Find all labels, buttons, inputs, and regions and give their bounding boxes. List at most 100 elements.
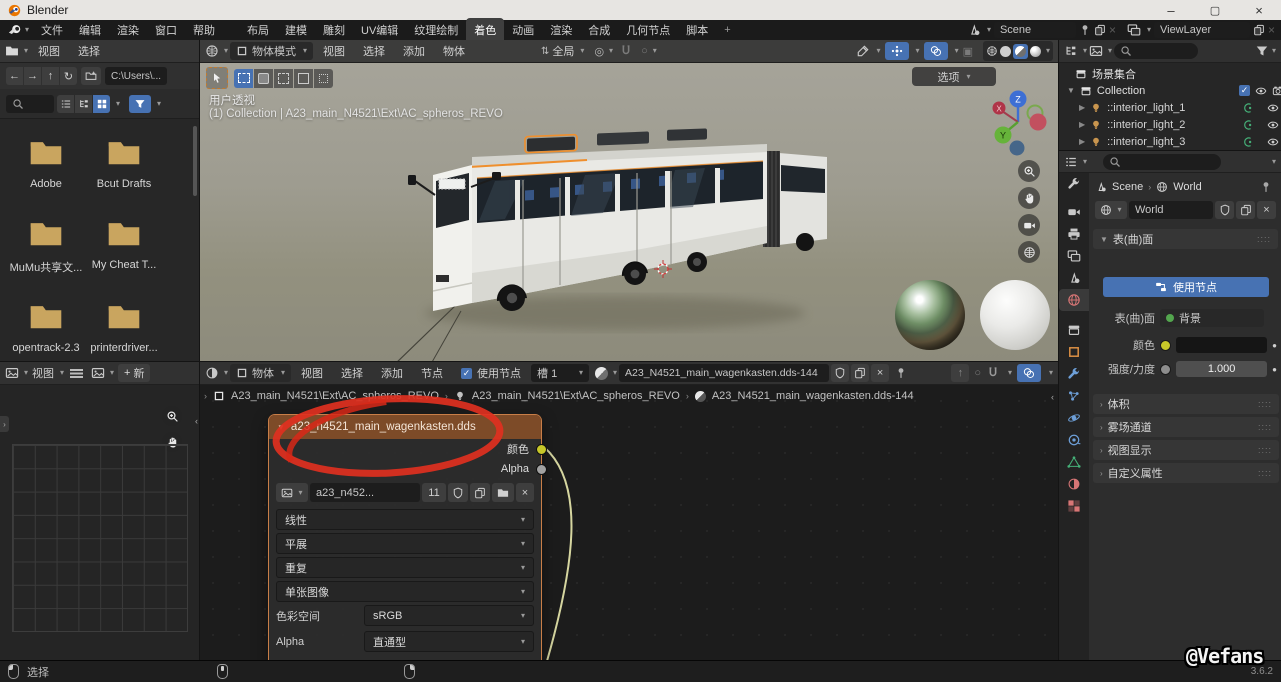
use-nodes-checkbox[interactable]: 使用节点	[461, 365, 521, 381]
sidebar-toggle-right[interactable]: ‹	[195, 416, 198, 426]
tab-object-data[interactable]	[1059, 451, 1089, 473]
tab-modifiers[interactable]	[1059, 363, 1089, 385]
pin-icon[interactable]	[1260, 181, 1272, 193]
tab-rendering[interactable]: 渲染	[542, 20, 580, 40]
proportional-edit-toggle[interactable]: ○	[974, 367, 981, 379]
display-size-dropdown[interactable]: ▾	[116, 100, 120, 108]
shading-solid-icon[interactable]	[1000, 46, 1011, 57]
tab-world[interactable]	[1059, 289, 1089, 311]
shader-menu-select[interactable]: 选择	[333, 363, 371, 383]
image-fake-user-button[interactable]	[448, 483, 468, 502]
chevron-down-icon[interactable]: ▾	[1108, 47, 1112, 55]
select-circle-tool[interactable]	[254, 69, 273, 88]
list-item[interactable]: MuMu共享文...	[8, 216, 84, 275]
source-dropdown[interactable]: 单张图像 ▾	[276, 581, 534, 602]
tab-scripting[interactable]: 脚本	[678, 20, 716, 40]
maximize-button[interactable]: ▢	[1193, 0, 1237, 20]
chevron-down-icon[interactable]: ▾	[613, 369, 617, 377]
chevron-down-icon[interactable]: ▾	[1147, 26, 1151, 34]
file-menu-view[interactable]: 视图	[30, 41, 68, 61]
display-vertical-list-button[interactable]	[57, 95, 74, 113]
overlays-toggle[interactable]	[1017, 364, 1041, 382]
extension-dropdown[interactable]: 重复 ▾	[276, 557, 534, 578]
scene-collection-row[interactable]: 场景集合	[1059, 65, 1281, 82]
mode-selector[interactable]: 物体模式 ▾	[230, 42, 313, 60]
filter-options-dropdown[interactable]: ▾	[157, 100, 161, 108]
alpha-output-socket[interactable]	[536, 464, 547, 475]
pan-button[interactable]	[1018, 187, 1040, 209]
unlink-image-button[interactable]: ×	[516, 483, 534, 502]
viewport-menu-select[interactable]: 选择	[355, 41, 393, 61]
tab-material[interactable]	[1059, 473, 1089, 495]
sidebar-toggle-left[interactable]: ›	[0, 416, 9, 432]
expand-arrow-icon[interactable]: ▶	[1079, 103, 1085, 112]
outliner-search-input[interactable]	[1114, 43, 1198, 59]
breadcrumb-world[interactable]: World	[1173, 181, 1202, 193]
eye-icon[interactable]	[1267, 136, 1279, 148]
material-fake-user-button[interactable]	[831, 364, 849, 382]
back-button[interactable]: ←	[6, 67, 23, 85]
collection-checkbox[interactable]	[1239, 85, 1250, 96]
chevron-down-icon[interactable]: ▾	[1049, 369, 1053, 377]
fake-user-button[interactable]	[1215, 201, 1234, 219]
tab-sculpting[interactable]: 雕刻	[315, 20, 353, 40]
strength-slider[interactable]: 1.000	[1176, 361, 1267, 377]
unlink-world-button[interactable]: ×	[1257, 201, 1276, 219]
animate-dot-icon[interactable]: ●	[1272, 341, 1277, 350]
chevron-down-icon[interactable]: ▾	[987, 26, 991, 34]
tab-animation[interactable]: 动画	[504, 20, 542, 40]
refresh-button[interactable]: ↻	[60, 67, 77, 85]
visibility-filter-icon[interactable]	[856, 44, 870, 58]
node-header[interactable]: ▼ a23_n4521_main_wagenkasten.dds	[269, 415, 541, 439]
color-swatch[interactable]	[1176, 337, 1267, 353]
copy-scene-icon[interactable]	[1094, 24, 1106, 36]
open-image-button[interactable]	[492, 483, 514, 502]
shading-wireframe-icon[interactable]	[986, 45, 998, 57]
snap-magnet-icon[interactable]	[986, 366, 1000, 380]
chevron-down-icon[interactable]: ▾	[1083, 158, 1087, 166]
create-folder-button[interactable]	[81, 67, 101, 85]
eye-icon[interactable]	[1267, 119, 1279, 131]
tab-shading[interactable]: 着色	[466, 18, 504, 42]
viewlayer-name-field[interactable]: ViewLayer	[1154, 22, 1250, 38]
shader-menu-view[interactable]: 视图	[293, 363, 331, 383]
properties-search-input[interactable]	[1103, 154, 1221, 170]
image-users-button[interactable]: 11	[422, 483, 446, 502]
viewport-menu-object[interactable]: 物体	[435, 41, 473, 61]
file-browser-editor-icon[interactable]	[5, 44, 19, 58]
matcap-preview-sphere[interactable]	[980, 280, 1050, 350]
breadcrumb-object[interactable]: A23_main_N4521\Ext\AC_spheros_REVO	[231, 390, 439, 402]
display-horizontal-list-button[interactable]	[75, 95, 92, 113]
world-name-field[interactable]: World	[1129, 201, 1213, 219]
breadcrumb-scene[interactable]: Scene	[1112, 181, 1143, 193]
snap-magnet-icon[interactable]	[619, 44, 633, 58]
tab-compositing[interactable]: 合成	[580, 20, 618, 40]
display-thumbnail-button[interactable]	[93, 95, 110, 113]
select-lasso-tool[interactable]	[274, 69, 293, 88]
material-name-field[interactable]: A23_N4521_main_wagenkasten.dds-144	[619, 364, 829, 382]
select-box-tool[interactable]	[234, 69, 253, 88]
shader-editor-icon[interactable]	[205, 366, 219, 380]
duplicate-world-button[interactable]	[1236, 201, 1255, 219]
image-view-menu[interactable]: 视图 ▾	[32, 365, 64, 381]
shader-menu-add[interactable]: 添加	[373, 363, 411, 383]
navigation-gizmo[interactable]: Z X Y	[986, 88, 1050, 166]
new-image-button[interactable]: + 新	[118, 364, 150, 382]
forward-button[interactable]: →	[24, 67, 41, 85]
scene-icon[interactable]	[967, 23, 981, 37]
browse-world-button[interactable]: ▾	[1095, 201, 1127, 219]
chevron-down-icon[interactable]: ▾	[1046, 47, 1050, 55]
menu-window[interactable]: 窗口	[147, 20, 185, 40]
projection-dropdown[interactable]: 平展 ▾	[276, 533, 534, 554]
expand-arrow-icon[interactable]: ▶	[1079, 120, 1085, 129]
move-tool[interactable]	[314, 69, 333, 88]
up-directory-button[interactable]: ↑	[42, 67, 59, 85]
breadcrumb-nodetree[interactable]: A23_main_N4521\Ext\AC_spheros_REVO	[472, 390, 680, 402]
panel-custom-properties[interactable]: › 自定义属性 ::::	[1093, 463, 1279, 483]
chevron-down-icon[interactable]: ▾	[224, 369, 228, 377]
tab-particles[interactable]	[1059, 385, 1089, 407]
shader-menu-node[interactable]: 节点	[413, 363, 451, 383]
remove-viewlayer-icon[interactable]: ×	[1268, 23, 1275, 37]
go-to-parent-node-tree-button[interactable]: ↑	[951, 364, 969, 382]
scene-name-field[interactable]: Scene	[994, 22, 1076, 38]
